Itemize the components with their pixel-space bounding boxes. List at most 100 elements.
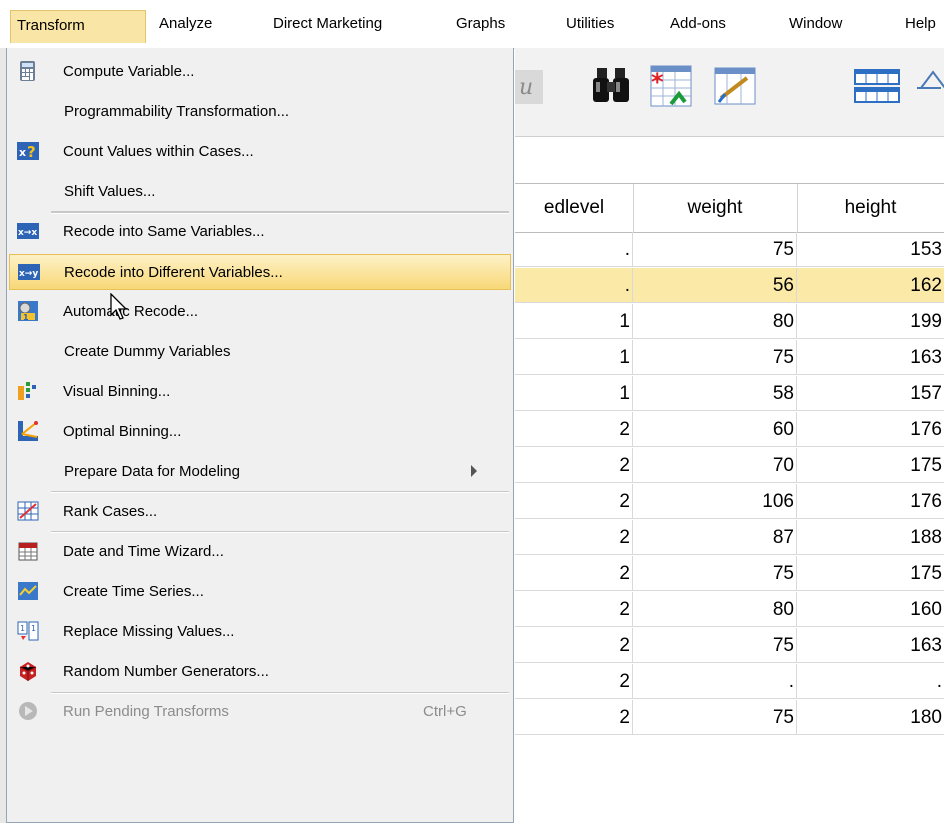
cell-height[interactable]: 176 xyxy=(797,484,944,519)
cell-weight[interactable]: 60 xyxy=(633,412,797,447)
menu-item-recode-into-same-variables[interactable]: x→x Recode into Same Variables... xyxy=(9,214,511,250)
split-file-icon[interactable] xyxy=(849,58,907,116)
menu-direct-marketing[interactable]: Direct Marketing xyxy=(273,12,382,38)
table-row[interactable]: 2 87 188 xyxy=(515,520,944,556)
cell-edlevel[interactable]: 2 xyxy=(515,520,633,555)
table-row[interactable]: 2.. xyxy=(515,664,944,700)
cell-weight[interactable]: 75 xyxy=(633,628,797,663)
menu-item-random-number-generators[interactable]: Random Number Generators... xyxy=(9,654,511,690)
cell-weight[interactable]: 75 xyxy=(633,700,797,735)
variables-icon[interactable]: u xyxy=(515,58,545,116)
menu-item-compute-variable[interactable]: Compute Variable... xyxy=(9,54,511,90)
insert-variable-icon[interactable] xyxy=(707,58,765,116)
table-row[interactable]: 2 75 180 xyxy=(515,700,944,736)
cell-edlevel[interactable]: 2 xyxy=(515,628,633,663)
column-header-height[interactable]: height xyxy=(797,184,944,232)
cell-edlevel[interactable]: 1 xyxy=(515,340,633,375)
cell-editor-bar[interactable] xyxy=(515,136,944,184)
insert-cases-icon[interactable]: * xyxy=(645,58,703,116)
menu-transform[interactable]: Transform xyxy=(10,10,146,43)
find-icon[interactable] xyxy=(583,58,641,116)
cell-edlevel[interactable]: 1 xyxy=(515,304,633,339)
table-row[interactable]: 1 75 163 xyxy=(515,340,944,376)
menu-item-label: Create Time Series... xyxy=(63,583,204,600)
menu-item-rank-cases[interactable]: Rank Cases... xyxy=(9,494,511,530)
cell-height[interactable]: 153 xyxy=(797,232,944,267)
menu-item-shift-values[interactable]: Shift Values... xyxy=(9,174,511,210)
table-row[interactable]: 1 80 199 xyxy=(515,304,944,340)
cell-edlevel[interactable]: 2 xyxy=(515,664,633,699)
cell-weight[interactable]: 80 xyxy=(633,304,797,339)
cell-edlevel[interactable]: 2 xyxy=(515,412,633,447)
calculator-icon xyxy=(17,60,39,82)
cell-height[interactable]: 162 xyxy=(797,268,944,303)
cell-edlevel[interactable]: . xyxy=(515,268,633,303)
cell-weight[interactable]: 80 xyxy=(633,592,797,627)
menu-item-recode-into-different-variables[interactable]: x→y Recode into Different Variables... xyxy=(9,254,511,290)
table-row[interactable]: . 75 153 xyxy=(515,232,944,268)
cell-height[interactable]: 188 xyxy=(797,520,944,555)
column-header-weight[interactable]: weight xyxy=(633,184,798,232)
svg-text:1: 1 xyxy=(23,313,29,322)
cell-height[interactable]: 163 xyxy=(797,340,944,375)
menu-item-visual-binning[interactable]: Visual Binning... xyxy=(9,374,511,410)
menu-item-automatic-recode[interactable]: 1 Automatic Recode... xyxy=(9,294,511,330)
cell-height[interactable]: 175 xyxy=(797,448,944,483)
cell-edlevel[interactable]: . xyxy=(515,232,633,267)
menu-window[interactable]: Window xyxy=(789,12,842,38)
table-row[interactable]: 1 58 157 xyxy=(515,376,944,412)
cell-edlevel[interactable]: 2 xyxy=(515,448,633,483)
table-row[interactable]: 2 80 160 xyxy=(515,592,944,628)
table-row[interactable]: 2 60 176 xyxy=(515,412,944,448)
cell-weight[interactable]: 75 xyxy=(633,232,797,267)
menu-item-create-dummy-variables[interactable]: Create Dummy Variables xyxy=(9,334,511,370)
cell-height[interactable]: 160 xyxy=(797,592,944,627)
run-pending-icon xyxy=(17,700,39,722)
menu-graphs[interactable]: Graphs xyxy=(456,12,505,38)
table-row[interactable]: 2 75 163 xyxy=(515,628,944,664)
menu-utilities[interactable]: Utilities xyxy=(566,12,614,38)
menu-item-replace-missing-values[interactable]: 1 1 Replace Missing Values... xyxy=(9,614,511,650)
cell-edlevel[interactable]: 2 xyxy=(515,700,633,735)
menu-help[interactable]: Help xyxy=(905,12,936,38)
cell-weight[interactable]: 56 xyxy=(633,268,797,303)
menu-item-date-and-time-wizard[interactable]: Date and Time Wizard... xyxy=(9,534,511,570)
table-row[interactable]: 2 70 175 xyxy=(515,448,944,484)
cell-weight[interactable]: 106 xyxy=(633,484,797,519)
menu-item-label: Shift Values... xyxy=(64,183,156,200)
menu-analyze[interactable]: Analyze xyxy=(159,12,212,38)
cell-weight[interactable]: 70 xyxy=(633,448,797,483)
cell-height[interactable]: 163 xyxy=(797,628,944,663)
cell-edlevel[interactable]: 2 xyxy=(515,484,633,519)
cell-height[interactable]: 175 xyxy=(797,556,944,591)
menu-item-create-time-series[interactable]: Create Time Series... xyxy=(9,574,511,610)
menu-item-prepare-data-for-modeling[interactable]: Prepare Data for Modeling xyxy=(9,454,511,490)
menu-item-count-values-within-cases[interactable]: x? Count Values within Cases... xyxy=(9,134,511,170)
cell-height[interactable]: 180 xyxy=(797,700,944,735)
column-header-edlevel[interactable]: edlevel xyxy=(515,184,634,232)
cell-height[interactable]: 199 xyxy=(797,304,944,339)
cell-height[interactable]: 176 xyxy=(797,412,944,447)
menu-add-ons[interactable]: Add-ons xyxy=(670,12,726,38)
time-series-icon xyxy=(17,580,39,602)
cell-weight[interactable]: 75 xyxy=(633,556,797,591)
weight-cases-icon[interactable] xyxy=(915,58,944,116)
menu-item-optimal-binning[interactable]: Optimal Binning... xyxy=(9,414,511,450)
cell-edlevel[interactable]: 2 xyxy=(515,592,633,627)
cell-weight[interactable]: 58 xyxy=(633,376,797,411)
cell-edlevel[interactable]: 1 xyxy=(515,376,633,411)
cell-weight[interactable]: 75 xyxy=(633,340,797,375)
table-row[interactable]: 2 75 175 xyxy=(515,556,944,592)
menu-item-programmability-transformation[interactable]: Programmability Transformation... xyxy=(9,94,511,130)
cell-height[interactable]: 157 xyxy=(797,376,944,411)
table-row[interactable]: . 56 162 xyxy=(515,268,944,304)
cell-weight[interactable]: . xyxy=(633,664,797,699)
cell-height[interactable]: . xyxy=(797,664,944,699)
cell-edlevel[interactable]: 2 xyxy=(515,556,633,591)
toolbar: u * xyxy=(515,48,944,136)
svg-text:x→x: x→x xyxy=(18,228,37,238)
svg-text:x→y: x→y xyxy=(19,269,38,279)
table-row[interactable]: 2 106 176 xyxy=(515,484,944,520)
menu-bar: Transform Analyze Direct Marketing Graph… xyxy=(0,0,944,49)
cell-weight[interactable]: 87 xyxy=(633,520,797,555)
